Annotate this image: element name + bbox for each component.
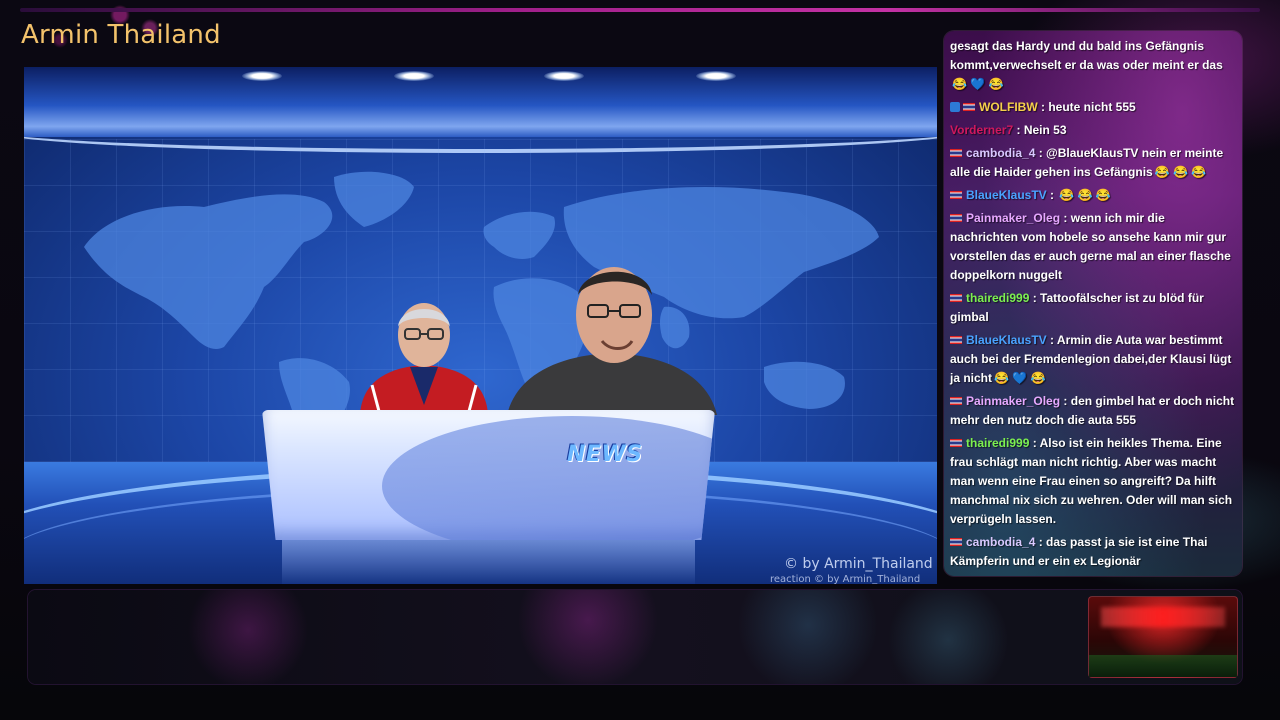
chat-message: gesagt das Hardy und du bald ins Gefängn… — [950, 37, 1236, 94]
presenter-right — [507, 267, 717, 415]
flag-icon — [950, 538, 962, 546]
chat-separator: : — [1035, 146, 1047, 160]
channel-title: Armin Thailand — [21, 20, 221, 50]
chat-username[interactable]: thairedi999 — [966, 291, 1029, 305]
chat-message: BlaueKlausTV : Armin die Auta war bestim… — [950, 331, 1236, 388]
desk-reflection — [282, 540, 695, 584]
flag-icon — [950, 397, 962, 405]
chat-emoji: 😂 😂 😂 — [1059, 188, 1111, 202]
ceiling-spotlight — [696, 71, 736, 81]
flag-icon — [950, 439, 962, 447]
chat-message: cambodia_4 : das passt ja sie ist eine T… — [950, 533, 1236, 571]
ceiling-spotlight — [544, 71, 584, 81]
chat-message: thairedi999 : Also ist ein heikles Thema… — [950, 434, 1236, 529]
chat-message: thairedi999 : Tattoofälscher ist zu blöd… — [950, 289, 1236, 327]
flag-icon — [950, 336, 962, 344]
chat-username[interactable]: BlaueKlausTV — [966, 188, 1047, 202]
news-desk: NEWS — [262, 410, 715, 540]
bottom-bokeh-strip — [28, 590, 1242, 684]
chat-separator: : — [1029, 436, 1040, 450]
chat-message: Painmaker_Oleg : wenn ich mir die nachri… — [950, 209, 1236, 285]
presenter-left — [360, 303, 488, 415]
flag-icon — [950, 214, 962, 222]
video-watermark-small: reaction © by Armin_Thailand — [770, 574, 921, 584]
flag-icon — [950, 294, 962, 302]
ceiling-spotlight — [242, 71, 282, 81]
user-badge-icon — [950, 102, 960, 112]
top-frame-bar — [20, 8, 1260, 12]
chat-message: WOLFIBW : heute nicht 555 — [950, 98, 1236, 117]
chat-separator: : — [1046, 333, 1057, 347]
webcam-foreground — [1089, 655, 1237, 677]
chat-separator: : — [1060, 211, 1071, 225]
chat-message-list[interactable]: gesagt das Hardy und du bald ins Gefängn… — [950, 37, 1236, 575]
video-watermark: © by Armin_Thailand — [784, 556, 933, 572]
chat-message: Painmaker_Oleg : den gimbel hat er doch … — [950, 392, 1236, 430]
chat-username[interactable]: thairedi999 — [966, 436, 1029, 450]
chat-message: Vorderner7 : Nein 53 — [950, 121, 1236, 140]
chat-username[interactable]: cambodia_4 — [966, 535, 1035, 549]
chat-text: Nein 53 — [1023, 123, 1067, 137]
chat-username[interactable]: BlaueKlausTV — [966, 333, 1047, 347]
desk-news-logo: NEWS — [567, 442, 643, 467]
chat-emoji: 😂 💙 😂 — [952, 77, 1004, 91]
chat-separator: : — [1013, 123, 1024, 137]
video-feed[interactable]: NEWS © by Armin_Thailand reaction © by A… — [24, 67, 937, 584]
chat-message: cambodia_4 : @BlaueKlausTV nein er meint… — [950, 144, 1236, 182]
chat-separator: : — [1037, 100, 1049, 114]
chat-emoji: 😂 😂 😂 — [1154, 165, 1207, 179]
stream-overlay: Armin Thailand NEWS © by Armin_Thailand … — [0, 0, 1280, 720]
chat-separator: : — [1046, 188, 1058, 202]
chat-text: heute nicht 555 — [1048, 100, 1136, 114]
flag-icon — [963, 103, 975, 111]
chat-panel[interactable]: gesagt das Hardy und du bald ins Gefängn… — [944, 31, 1242, 576]
chat-username[interactable]: cambodia_4 — [966, 146, 1035, 160]
chat-separator: : — [1035, 535, 1047, 549]
chat-username[interactable]: Vorderner7 — [950, 123, 1013, 137]
chat-text: gesagt das Hardy und du bald ins Gefängn… — [950, 39, 1223, 72]
chat-message: BlaueKlausTV : 😂 😂 😂 — [950, 186, 1236, 205]
chat-separator: : — [1029, 291, 1041, 305]
red-neon-glow — [1101, 607, 1225, 627]
chat-username[interactable]: Painmaker_Oleg — [966, 394, 1060, 408]
chat-username[interactable]: WOLFIBW — [979, 100, 1038, 114]
flag-icon — [950, 149, 962, 157]
flag-icon — [950, 191, 962, 199]
chat-separator: : — [1060, 394, 1071, 408]
webcam-thumbnail — [1088, 596, 1238, 678]
chat-emoji: 😂 💙 😂 — [994, 371, 1046, 385]
chat-username[interactable]: Painmaker_Oleg — [966, 211, 1060, 225]
ceiling-spotlight — [394, 71, 434, 81]
